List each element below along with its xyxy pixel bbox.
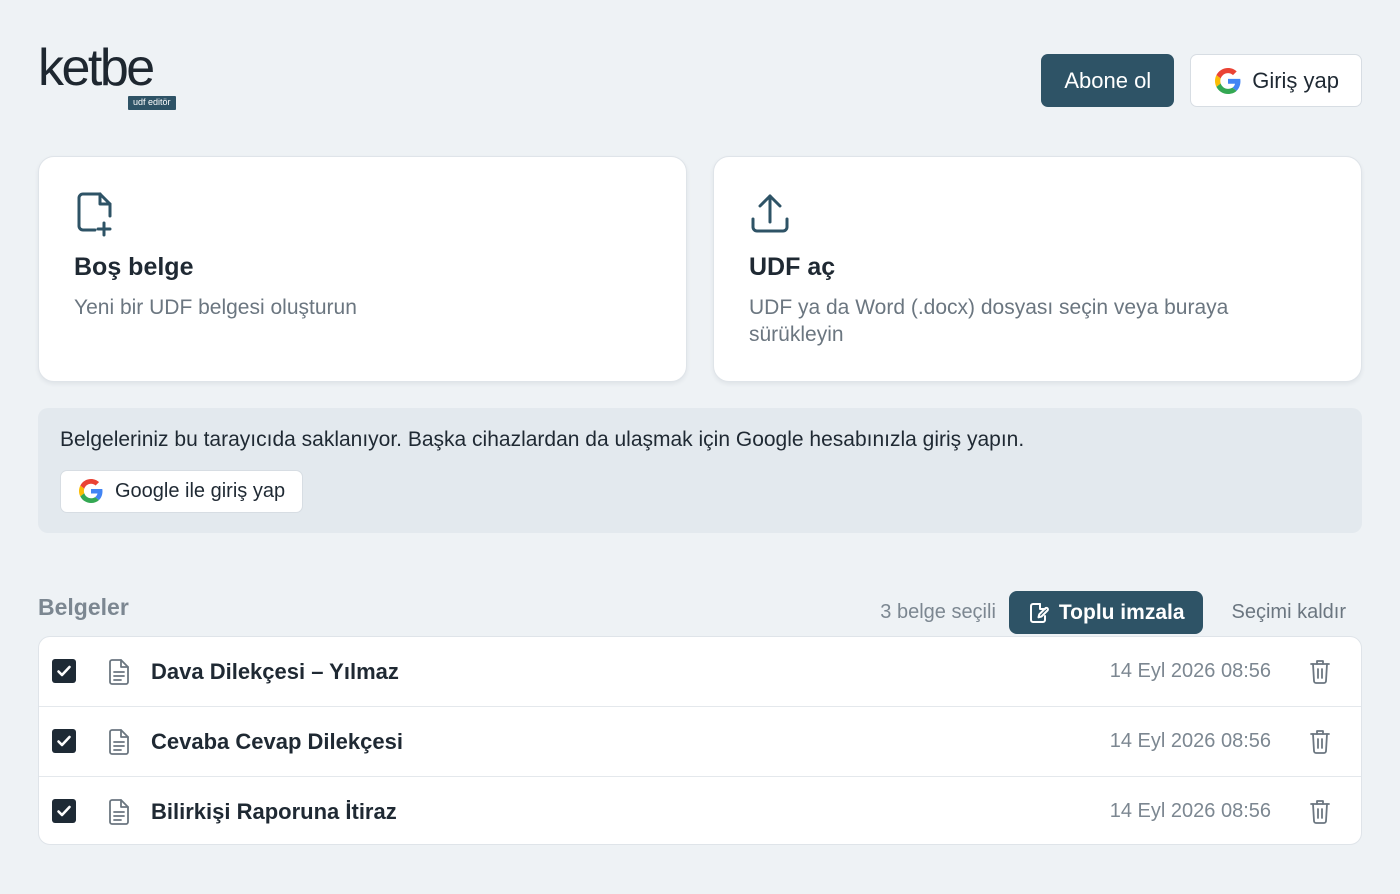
login-button-label: Giriş yap [1252, 67, 1339, 93]
document-name[interactable]: Bilirkişi Raporuna İtiraz [151, 799, 397, 825]
storage-notice-text: Belgeleriniz bu tarayıcıda saklanıyor. B… [60, 428, 1025, 451]
clear-selection-button[interactable]: Seçimi kaldır [1232, 601, 1346, 624]
document-row[interactable]: Cevaba Cevap Dilekçesi 14 Eyl 2026 08:56 [39, 707, 1361, 777]
open-udf-card[interactable]: UDF aç UDF ya da Word (.docx) dosyası se… [713, 156, 1362, 382]
document-row[interactable]: Bilirkişi Raporuna İtiraz 14 Eyl 2026 08… [39, 777, 1361, 844]
document-date: 14 Eyl 2026 08:56 [1109, 800, 1271, 822]
selection-count: 3 belge seçili [880, 601, 996, 623]
open-udf-title: UDF aç [749, 253, 836, 281]
check-icon [57, 665, 71, 677]
documents-header: Belgeler 3 belge seçili Toplu imzala Seç… [38, 590, 1362, 636]
start-cards: Boş belge Yeni bir UDF belgesi oluşturun… [38, 156, 1362, 382]
ketbe-logo[interactable]: ketbe udf editör [38, 42, 180, 110]
google-icon [1215, 67, 1241, 94]
login-button[interactable]: Giriş yap [1190, 54, 1362, 107]
trash-icon[interactable] [1309, 798, 1331, 824]
row-checkbox[interactable] [52, 659, 76, 683]
new-document-title: Boş belge [74, 253, 194, 281]
upload-icon [751, 194, 789, 233]
selection-toolbar: 3 belge seçili Toplu imzala Seçimi kaldı… [880, 591, 1346, 634]
check-icon [57, 735, 71, 747]
document-name[interactable]: Dava Dilekçesi – Yılmaz [151, 659, 399, 685]
row-checkbox[interactable] [52, 799, 76, 823]
trash-icon[interactable] [1309, 658, 1331, 684]
document-row[interactable]: Dava Dilekçesi – Yılmaz 14 Eyl 2026 08:5… [39, 637, 1361, 707]
storage-notice: Belgeleriniz bu tarayıcıda saklanıyor. B… [38, 408, 1362, 533]
subscribe-button-label: Abone ol [1064, 67, 1152, 93]
header-actions: Abone ol Giriş yap [1041, 54, 1362, 107]
document-name[interactable]: Cevaba Cevap Dilekçesi [151, 729, 403, 755]
logo-wordmark: ketbe [38, 39, 155, 97]
google-login-button[interactable]: Google ile giriş yap [60, 470, 304, 513]
signature-icon [1029, 602, 1049, 623]
google-icon [79, 478, 105, 505]
file-plus-icon [77, 192, 112, 237]
subscribe-button[interactable]: Abone ol [1041, 54, 1175, 107]
document-date: 14 Eyl 2026 08:56 [1109, 660, 1271, 682]
new-document-description: Yeni bir UDF belgesi oluşturun [74, 296, 357, 319]
document-date: 14 Eyl 2026 08:56 [1109, 730, 1271, 752]
logo-badge: udf editör [128, 96, 176, 110]
new-document-card[interactable]: Boş belge Yeni bir UDF belgesi oluşturun [38, 156, 687, 382]
document-list: Dava Dilekçesi – Yılmaz 14 Eyl 2026 08:5… [38, 636, 1362, 845]
row-checkbox[interactable] [52, 729, 76, 753]
file-text-icon [109, 799, 129, 825]
file-text-icon [109, 729, 129, 755]
bulk-sign-label: Toplu imzala [1058, 600, 1185, 624]
trash-icon[interactable] [1309, 728, 1331, 754]
bulk-sign-button[interactable]: Toplu imzala [1008, 591, 1203, 634]
google-login-label: Google ile giriş yap [115, 480, 286, 502]
open-udf-description: UDF ya da Word (.docx) dosyası seçin vey… [749, 296, 1229, 346]
check-icon [57, 805, 71, 817]
documents-title: Belgeler [38, 594, 129, 620]
file-text-icon [109, 659, 129, 685]
top-bar: ketbe udf editör Abone ol Giriş yap [38, 42, 1362, 110]
